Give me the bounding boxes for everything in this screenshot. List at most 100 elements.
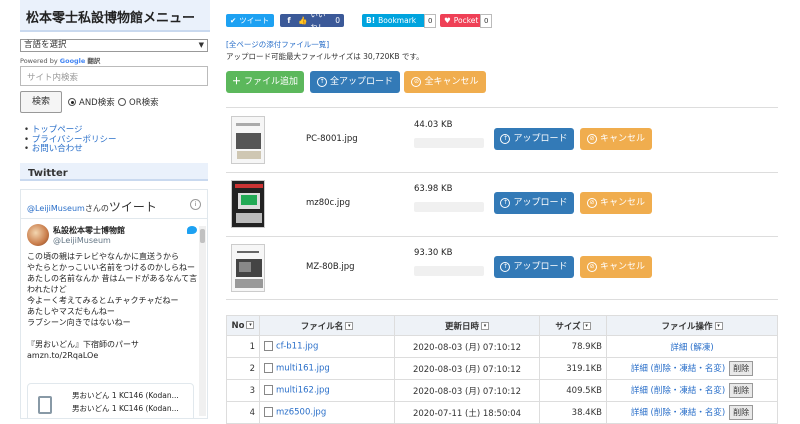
table-header-row: No ▾ ファイル名 ▾ 更新日時 ▾ サイズ ▾ ファイル操作 ▾ [226,315,778,336]
google-logo: Google [59,57,86,65]
file-size: 44.03 KB [414,120,453,130]
delete-button[interactable]: 削除 [729,383,754,398]
col-filename[interactable]: ファイル名 ▾ [259,315,395,336]
row-file: mz6500.jpg [259,401,395,424]
image-file-icon [264,363,273,374]
and-search-label: AND検索 [79,98,115,108]
progress-bar [414,202,484,212]
all-attachments-link[interactable]: [全ページの添付ファイル一覧] [226,39,329,50]
details-link[interactable]: 詳細 (削除・凍結・名変) [631,408,725,418]
row-no: 1 [226,335,260,358]
row-size: 409.5KB [539,379,607,402]
and-search-radio[interactable]: AND検索 [68,96,115,108]
delete-button[interactable]: 削除 [729,405,754,420]
cancel-button[interactable]: ⊘ キャンセル [580,192,652,214]
powered-by-label: Powered by [20,57,58,65]
table-row: 1 cf-b11.jpg 2020-08-03 (月) 07:10:12 78.… [226,335,778,358]
twitter-bird-icon[interactable] [187,226,197,234]
link-contact[interactable]: お問い合わせ [32,144,83,154]
row-no: 3 [226,379,260,402]
search-button[interactable]: 検索 [20,91,62,113]
upload-row: PC-8001.jpg 44.03 KB ↑ アップロード ⊘ キャンセル [226,112,778,170]
timeline-scrollbar[interactable] [199,226,206,416]
card-subtitle: 男おいどん 1 KC146 (Kodan... [72,404,179,413]
row-file: multi162.jpg [259,379,395,402]
pocket-label: Pocket [453,16,479,25]
radio-unchecked-icon [118,98,126,106]
sort-icon[interactable]: ▾ [345,322,354,330]
facebook-like-button[interactable]: 👍 いいね！ 0 [294,10,344,32]
file-link[interactable]: mz6500.jpg [276,408,326,418]
upload-row: MZ-80B.jpg 93.30 KB ↑ アップロード ⊘ キャンセル [226,240,778,298]
twitter-heading: Twitter [20,163,208,181]
avatar[interactable] [27,224,49,246]
file-name: mz80c.jpg [306,198,351,208]
sidebar: 松本零士私設博物館メニュー 言語を選択 ▼ Powered by Google … [20,0,210,419]
col-updated[interactable]: 更新日時 ▾ [394,315,540,336]
col-filename-label: ファイル名 [300,321,344,332]
sort-icon[interactable]: ▾ [246,321,255,329]
upload-circle-icon: ↑ [500,197,511,208]
cancel-label: キャンセル [599,262,645,272]
divider [226,172,778,173]
details-link[interactable]: 詳細 (削除・凍結・名変) [631,364,725,374]
details-link[interactable]: 詳細 (削除・凍結・名変) [631,386,725,396]
tweet-link-card[interactable]: 男おいどん 1 KC146 (Kodan... 男おいどん 1 KC146 (K… [27,383,194,418]
table-row: 3 multi162.jpg 2020-08-03 (月) 07:10:12 4… [226,379,778,402]
add-file-button[interactable]: ＋ ファイル追加 [226,71,304,93]
twitter-bird-icon: ✔ [230,16,237,25]
timeline-title-suffix: さんの [84,204,109,213]
upload-button[interactable]: ↑ アップロード [494,256,574,278]
col-size[interactable]: サイズ ▾ [539,315,607,336]
cancel-button[interactable]: ⊘ キャンセル [580,256,652,278]
timeline-title-big: ツイート [108,200,157,214]
divider [226,107,778,108]
tweet-share-label: ツイート [239,16,270,25]
language-select-value: 言語を選択 [24,40,67,50]
col-operations[interactable]: ファイル操作 ▾ [606,315,778,336]
upload-button[interactable]: ↑ アップロード [494,128,574,150]
scrollbar-thumb[interactable] [200,229,205,243]
file-link[interactable]: multi162.jpg [276,386,330,396]
tweet-user-handle[interactable]: @LeijiMuseum [53,236,111,245]
table-row: 4 mz6500.jpg 2020-07-11 (土) 18:50:04 38.… [226,401,778,424]
timeline-handle-link[interactable]: @LeijiMuseum [27,204,85,213]
max-size-text: アップロード可能最大ファイルサイズは 30,720KB です。 [226,52,424,61]
cancel-button[interactable]: ⊘ キャンセル [580,128,652,150]
link-top-page[interactable]: トップページ [32,125,83,135]
upload-all-button[interactable]: ↑ 全アップロード [310,71,400,93]
upload-label: アップロード [513,134,568,144]
sort-icon[interactable]: ▾ [481,322,489,330]
file-link[interactable]: multi161.jpg [276,364,330,374]
cancel-all-button[interactable]: ⊘ 全キャンセル [404,71,486,93]
row-size: 78.9KB [539,335,607,358]
tweet-share-button[interactable]: ✔ ツイート [226,14,274,27]
site-search-input[interactable]: サイト内検索 [20,66,208,86]
cancel-label: キャンセル [599,198,645,208]
details-link[interactable]: 詳細 (解凍) [670,343,713,353]
tweet-user-name[interactable]: 私設松本零士博物館 [53,225,125,236]
info-icon[interactable]: i [190,199,201,210]
file-thumbnail [231,116,265,164]
sort-icon[interactable]: ▾ [582,322,591,330]
upload-label: アップロード [513,262,568,272]
upload-circle-icon: ↑ [500,133,511,144]
pocket-button[interactable]: ♥ Pocket [440,14,484,27]
image-file-icon [264,385,273,396]
row-no: 4 [226,401,260,424]
attachments-table: No ▾ ファイル名 ▾ 更新日時 ▾ サイズ ▾ ファイル操作 ▾ 1 cf-b11.j… [226,315,778,424]
delete-button[interactable]: 削除 [729,361,754,376]
like-count: 0 [335,16,340,25]
sidebar-links: トップページ プライバシーポリシー お問い合わせ [24,125,117,155]
language-select[interactable]: 言語を選択 ▼ [20,39,208,52]
row-no: 2 [226,357,260,380]
hatena-bookmark-button[interactable]: B! Bookmark [362,14,428,27]
col-no[interactable]: No ▾ [226,315,260,336]
sort-icon[interactable]: ▾ [714,322,723,330]
cancel-all-label: 全キャンセル [424,77,479,87]
link-privacy-policy[interactable]: プライバシーポリシー [32,135,117,145]
or-search-radio[interactable]: OR検索 [118,96,159,108]
file-link[interactable]: cf-b11.jpg [276,342,318,352]
row-ops: 詳細 (削除・凍結・名変) 削除 [606,401,778,424]
upload-button[interactable]: ↑ アップロード [494,192,574,214]
